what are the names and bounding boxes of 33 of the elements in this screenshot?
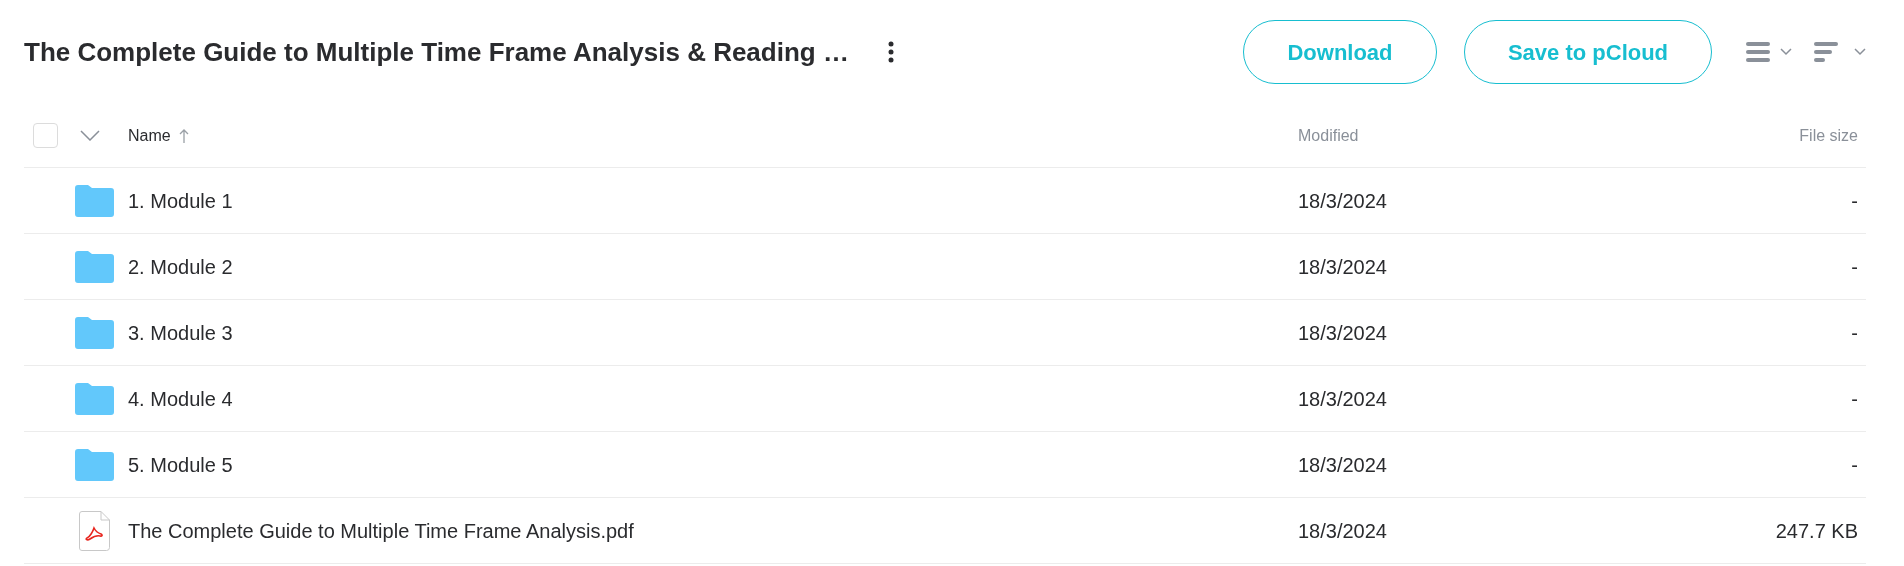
modified-date: 18/3/2024 — [1298, 519, 1387, 542]
page-title: The Complete Guide to Multiple Time Frame Analysis & Reading … — [24, 35, 849, 69]
select-all-checkbox[interactable] — [33, 123, 58, 148]
file-name[interactable]: The Complete Guide to Multiple Time Frame Analysis.pdf — [128, 519, 634, 542]
file-size: - — [1851, 255, 1858, 278]
file-size: 247.7 KB — [1775, 519, 1858, 542]
file-name[interactable]: 2. Module 2 — [128, 255, 233, 278]
folder-icon — [75, 184, 114, 217]
file-name[interactable]: 3. Module 3 — [128, 321, 233, 344]
chevron-down-icon — [1854, 48, 1866, 56]
file-size: - — [1851, 387, 1858, 410]
file-name[interactable]: 1. Module 1 — [128, 189, 233, 212]
chevron-down-icon[interactable] — [80, 130, 100, 141]
column-header[interactable]: Name — [128, 123, 171, 148]
file-name[interactable]: 5. Module 5 — [128, 453, 233, 476]
sort-lines-icon — [1814, 42, 1838, 62]
folder-icon — [75, 316, 114, 349]
file-name[interactable]: 4. Module 4 — [128, 387, 233, 410]
list-icon — [1746, 42, 1770, 62]
chevron-down-icon — [1780, 48, 1792, 56]
file-size: - — [1851, 189, 1858, 212]
folder-icon — [75, 382, 114, 415]
modified-date: 18/3/2024 — [1298, 453, 1387, 476]
modified-date: 18/3/2024 — [1298, 255, 1387, 278]
folder-icon — [75, 448, 114, 481]
file-size: - — [1851, 321, 1858, 344]
pdf-file-icon — [79, 510, 110, 551]
modified-date: 18/3/2024 — [1298, 321, 1387, 344]
more-icon — [887, 41, 894, 63]
modified-date: 18/3/2024 — [1298, 189, 1387, 212]
folder-icon — [75, 250, 114, 283]
file-size: - — [1851, 453, 1858, 476]
modified-date: 18/3/2024 — [1298, 387, 1387, 410]
